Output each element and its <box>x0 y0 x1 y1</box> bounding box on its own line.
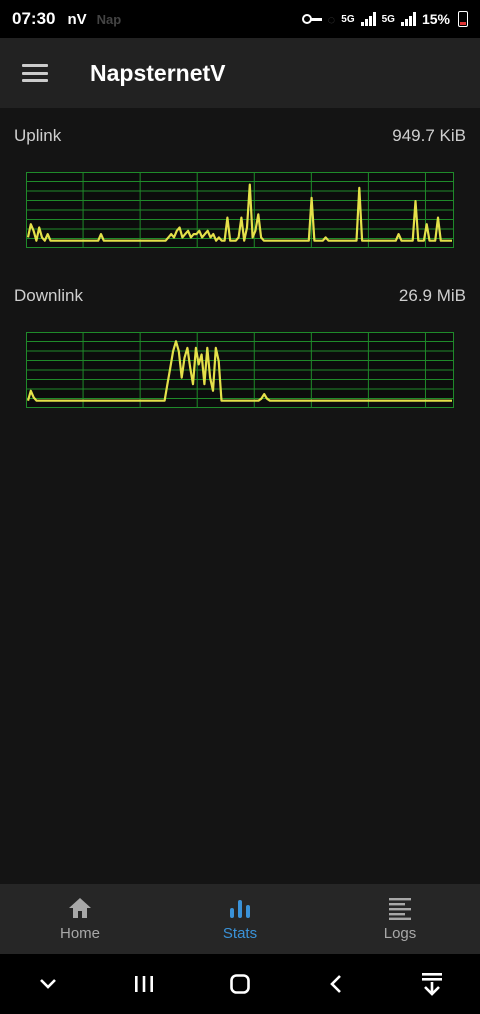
recents-button[interactable] <box>124 964 164 1004</box>
uplink-graph-svg <box>26 172 454 248</box>
status-time: 07:30 <box>12 9 56 28</box>
chevron-down-icon <box>40 979 56 989</box>
menu-icon[interactable] <box>22 64 48 82</box>
system-nav-bar <box>0 954 480 1014</box>
logs-icon <box>389 898 411 920</box>
recents-icon <box>135 976 153 992</box>
home-rounded-square-icon <box>230 974 250 994</box>
signal-1-icon <box>360 12 376 26</box>
stats-panel: Uplink 949.7 KiB Downlink 26.9 MiB <box>0 108 480 408</box>
downlink-value: 26.9 MiB <box>398 286 466 305</box>
download-button[interactable] <box>412 964 452 1004</box>
bottom-nav: Home Stats Logs <box>0 884 480 954</box>
app-notification-icon: nV <box>67 10 87 28</box>
downlink-trace-line <box>26 340 452 402</box>
uplink-header: Uplink 949.7 KiB <box>0 126 480 146</box>
signal-2-icon <box>400 12 416 26</box>
battery-percent: 15% <box>421 11 450 27</box>
nav-home-label: Home <box>59 925 100 942</box>
status-bar: 07:30 nV Nap ◌ 5G 5G 15% <box>0 0 480 38</box>
hide-nav-button[interactable] <box>28 964 68 1004</box>
downlink-graph <box>26 332 454 408</box>
status-icons: ◌ 5G 5G 15% <box>301 11 468 27</box>
downlink-label: Downlink <box>14 286 83 305</box>
home-icon <box>69 898 91 918</box>
uplink-graph <box>26 172 454 248</box>
uplink-label: Uplink <box>14 126 62 145</box>
downlink-header: Downlink 26.9 MiB <box>0 286 480 306</box>
download-icon <box>422 973 442 996</box>
faded-status-icon: ◌ <box>327 11 336 27</box>
back-arrow-icon <box>330 975 341 993</box>
network-type-1: 5G <box>341 13 355 25</box>
home-system-button[interactable] <box>220 964 260 1004</box>
uplink-trace-line <box>26 183 452 242</box>
stats-icon <box>230 900 250 918</box>
vpn-key-icon <box>301 13 322 25</box>
network-type-2: 5G <box>381 13 395 25</box>
app-bar: NapsternetV <box>0 38 480 108</box>
nav-stats-label: Stats <box>222 925 258 942</box>
downlink-graph-svg <box>26 332 454 408</box>
nav-logs[interactable]: Logs <box>320 884 480 954</box>
back-button[interactable] <box>316 964 356 1004</box>
battery-icon <box>458 11 468 27</box>
nav-logs-label: Logs <box>383 925 417 942</box>
nav-home[interactable]: Home <box>0 884 160 954</box>
app-title: NapsternetV <box>90 59 226 86</box>
uplink-value: 949.7 KiB <box>392 126 466 145</box>
notification-text: Nap <box>96 11 122 27</box>
nav-stats[interactable]: Stats <box>160 884 320 954</box>
